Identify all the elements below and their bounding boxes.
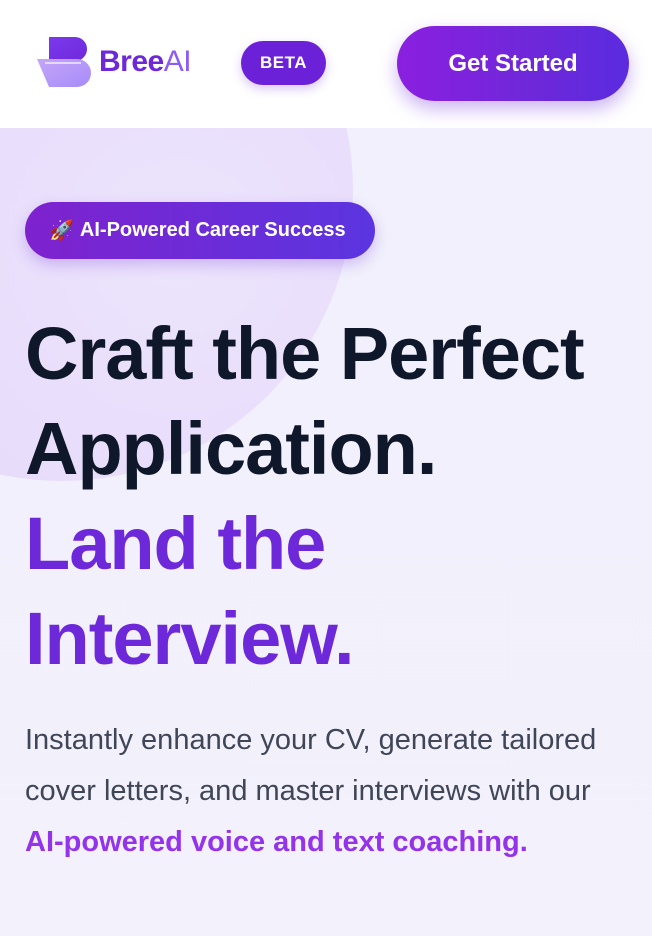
- headline-accent-line-1: Land the: [25, 502, 326, 585]
- description-text: Instantly enhance your CV, generate tail…: [25, 724, 597, 807]
- description-highlight: AI-powered voice and text coaching.: [25, 826, 528, 858]
- rocket-icon: 🚀: [49, 220, 74, 242]
- brand-name: Bree: [99, 45, 164, 78]
- hero-headline: Craft the Perfect Application. Land the …: [25, 306, 645, 686]
- bree-logo-icon: [37, 35, 91, 89]
- brand-suffix: AI: [163, 45, 192, 78]
- headline-line-1: Craft the Perfect: [25, 312, 585, 395]
- tagline-text: AI-Powered Career Success: [79, 219, 346, 241]
- headline-accent-line-2: Interview.: [25, 597, 355, 680]
- brand-wordmark: BreeAI: [99, 45, 192, 79]
- get-started-button[interactable]: Get Started: [397, 26, 629, 101]
- beta-badge: BETA: [241, 41, 326, 85]
- hero-section: 🚀 AI-Powered Career Success Craft the Pe…: [0, 128, 652, 936]
- headline-line-2: Application.: [25, 407, 437, 490]
- site-header: BreeAI BETA Get Started: [0, 0, 652, 128]
- brand-logo[interactable]: BreeAI: [37, 34, 207, 90]
- tagline-badge: 🚀 AI-Powered Career Success: [25, 202, 375, 259]
- hero-description: Instantly enhance your CV, generate tail…: [25, 715, 635, 868]
